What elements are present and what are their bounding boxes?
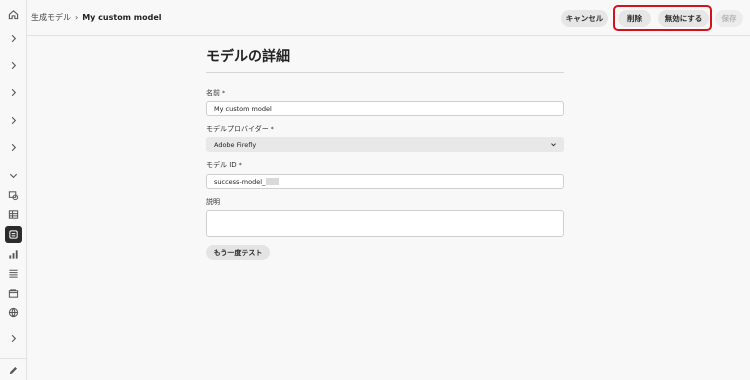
provider-select[interactable]: Adobe Firefly xyxy=(206,137,564,152)
title-divider xyxy=(206,72,564,73)
sources-icon[interactable] xyxy=(5,187,22,204)
name-field-value: My custom model xyxy=(214,104,272,113)
home-icon[interactable] xyxy=(5,6,22,23)
required-mark: * xyxy=(238,162,242,169)
name-field[interactable]: My custom model xyxy=(206,101,564,116)
breadcrumb-parent-link[interactable]: 生成モデル xyxy=(31,12,71,23)
name-label: 名前 * xyxy=(206,88,225,98)
save-button[interactable]: 保存 xyxy=(715,10,743,27)
table-icon[interactable] xyxy=(5,206,22,223)
redacted-block xyxy=(266,178,280,185)
chevron-right-icon[interactable] xyxy=(5,84,22,101)
model-id-label-text: モデル ID xyxy=(206,161,237,169)
retest-button[interactable]: もう一度テスト xyxy=(206,245,270,260)
chart-icon[interactable] xyxy=(5,246,22,263)
chevron-right-icon[interactable] xyxy=(5,139,22,156)
model-id-field-value: success-model_ xyxy=(214,177,266,186)
pencil-icon[interactable] xyxy=(5,362,22,379)
provider-label: モデルプロバイダー * xyxy=(206,124,274,134)
list-icon[interactable] xyxy=(5,265,22,282)
chevron-down-icon xyxy=(550,141,557,148)
required-mark: * xyxy=(222,90,225,97)
model-id-label: モデル ID * xyxy=(206,160,242,170)
description-label: 説明 xyxy=(206,197,220,207)
page-title: モデルの詳細 xyxy=(206,49,290,65)
folder-icon[interactable] xyxy=(5,285,22,302)
chevron-down-icon[interactable] xyxy=(5,167,22,184)
required-mark: * xyxy=(270,126,274,133)
chevron-right-icon: › xyxy=(75,13,79,22)
description-textarea[interactable] xyxy=(206,210,564,237)
chevron-right-icon[interactable] xyxy=(5,112,22,129)
description-label-text: 説明 xyxy=(206,198,220,206)
provider-select-value: Adobe Firefly xyxy=(214,140,257,149)
chevron-right-icon[interactable] xyxy=(5,57,22,74)
provider-label-text: モデルプロバイダー xyxy=(206,125,269,133)
chevron-right-icon[interactable] xyxy=(5,330,22,347)
globe-icon[interactable] xyxy=(5,304,22,321)
left-rail xyxy=(0,0,27,380)
cancel-button[interactable]: キャンセル xyxy=(561,10,608,27)
name-label-text: 名前 xyxy=(206,89,220,97)
rail-divider xyxy=(0,358,27,359)
model-id-field[interactable]: success-model_ xyxy=(206,174,564,189)
highlight-box xyxy=(613,5,712,31)
model-icon[interactable] xyxy=(5,226,22,243)
breadcrumb: 生成モデル › My custom model xyxy=(31,12,162,23)
chevron-right-icon[interactable] xyxy=(5,30,22,47)
breadcrumb-current: My custom model xyxy=(82,13,162,22)
